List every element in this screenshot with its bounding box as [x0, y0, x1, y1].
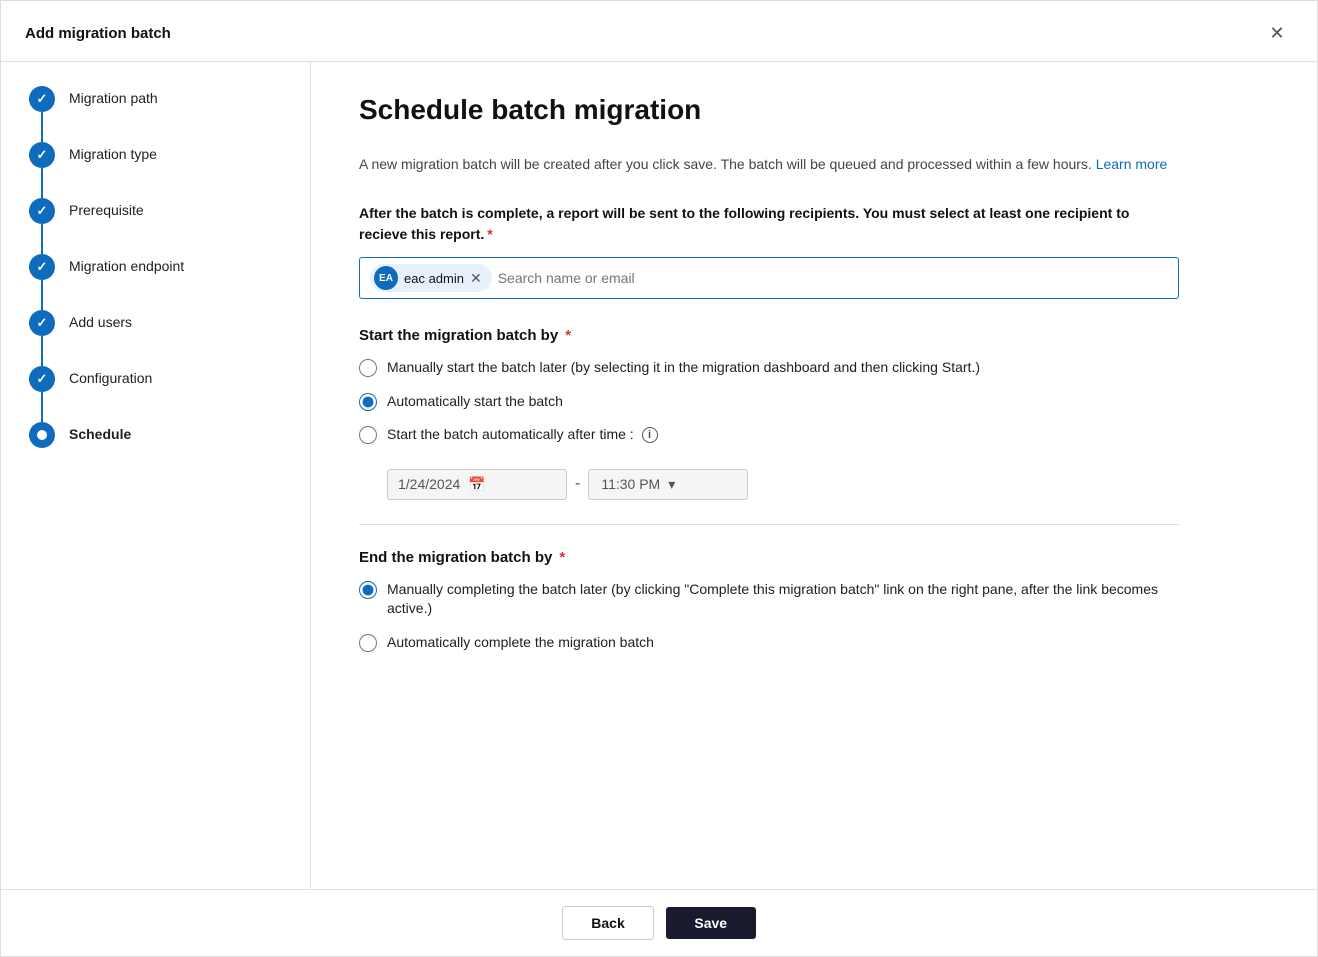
sidebar-item-migration-endpoint[interactable]: ✓ Migration endpoint [29, 254, 310, 310]
end-radio-manually[interactable] [359, 581, 377, 599]
step-circle-migration-endpoint: ✓ [29, 254, 55, 280]
recipient-remove-button[interactable]: ✕ [470, 271, 482, 285]
start-radio-group: Manually start the batch later (by selec… [359, 358, 1179, 500]
dash-separator: - [575, 475, 580, 493]
start-radio-automatically[interactable] [359, 393, 377, 411]
save-button[interactable]: Save [666, 907, 756, 939]
end-section-label: End the migration batch by * [359, 549, 1269, 566]
sidebar-item-schedule[interactable]: Schedule [29, 422, 310, 472]
end-option-manually[interactable]: Manually completing the batch later (by … [359, 580, 1179, 619]
dialog-header: Add migration batch ✕ [1, 1, 1317, 62]
calendar-icon: 📅 [468, 476, 485, 493]
step-circle-migration-type: ✓ [29, 142, 55, 168]
end-radio-group: Manually completing the batch later (by … [359, 580, 1179, 653]
end-label-manually: Manually completing the batch later (by … [387, 580, 1179, 619]
time-select[interactable]: 11:30 PM ▾ [588, 469, 748, 500]
date-value: 1/24/2024 [398, 476, 460, 492]
sidebar-item-prerequisite[interactable]: ✓ Prerequisite [29, 198, 310, 254]
step-circle-prerequisite: ✓ [29, 198, 55, 224]
start-option-manually[interactable]: Manually start the batch later (by selec… [359, 358, 1179, 378]
dialog-title: Add migration batch [25, 25, 171, 42]
sidebar-item-migration-type[interactable]: ✓ Migration type [29, 142, 310, 198]
step-label-add-users: Add users [69, 310, 132, 360]
date-input[interactable]: 1/24/2024 📅 [387, 469, 567, 500]
add-migration-batch-dialog: Add migration batch ✕ ✓ Migration path [0, 0, 1318, 957]
start-label-automatically: Automatically start the batch [387, 392, 563, 412]
sidebar-item-configuration[interactable]: ✓ Configuration [29, 366, 310, 422]
back-button[interactable]: Back [562, 906, 653, 940]
step-circle-configuration: ✓ [29, 366, 55, 392]
recipient-input-wrap[interactable]: EA eac admin ✕ [359, 257, 1179, 299]
recipient-name: eac admin [404, 271, 464, 286]
datetime-row: 1/24/2024 📅 - 11:30 PM ▾ [387, 469, 1007, 500]
start-section-label: Start the migration batch by * [359, 327, 1269, 344]
info-text: A new migration batch will be created af… [359, 154, 1179, 175]
step-label-prerequisite: Prerequisite [69, 198, 144, 248]
recipient-tag: EA eac admin ✕ [370, 264, 492, 292]
main-content: Schedule batch migration A new migration… [311, 62, 1317, 889]
sidebar: ✓ Migration path ✓ Migration type [1, 62, 311, 889]
page-title: Schedule batch migration [359, 94, 1269, 126]
step-label-migration-type: Migration type [69, 142, 157, 192]
start-label-manually: Manually start the batch later (by selec… [387, 358, 980, 378]
close-button[interactable]: ✕ [1261, 17, 1293, 49]
step-circle-migration-path: ✓ [29, 86, 55, 112]
start-label-after-time: Start the batch automatically after time… [387, 425, 658, 445]
chevron-down-icon: ▾ [668, 476, 675, 493]
start-option-after-time[interactable]: Start the batch automatically after time… [359, 425, 1179, 445]
learn-more-link[interactable]: Learn more [1096, 156, 1168, 172]
dialog-footer: Back Save [1, 889, 1317, 956]
recipients-field-label: After the batch is complete, a report wi… [359, 203, 1179, 245]
step-circle-schedule [29, 422, 55, 448]
dialog-body: ✓ Migration path ✓ Migration type [1, 62, 1317, 889]
end-option-auto-complete[interactable]: Automatically complete the migration bat… [359, 633, 1179, 653]
info-icon: i [642, 427, 658, 443]
step-label-migration-path: Migration path [69, 86, 158, 136]
start-radio-after-time[interactable] [359, 426, 377, 444]
end-label-auto-complete: Automatically complete the migration bat… [387, 633, 654, 653]
recipient-avatar: EA [374, 266, 398, 290]
time-value: 11:30 PM [601, 476, 660, 492]
step-label-configuration: Configuration [69, 366, 152, 416]
sidebar-item-add-users[interactable]: ✓ Add users [29, 310, 310, 366]
sidebar-item-migration-path[interactable]: ✓ Migration path [29, 86, 310, 142]
start-option-automatically[interactable]: Automatically start the batch [359, 392, 1179, 412]
step-label-schedule: Schedule [69, 422, 131, 472]
start-radio-manually[interactable] [359, 359, 377, 377]
step-circle-add-users: ✓ [29, 310, 55, 336]
step-label-migration-endpoint: Migration endpoint [69, 254, 184, 304]
end-radio-auto-complete[interactable] [359, 634, 377, 652]
section-divider [359, 524, 1179, 525]
search-input[interactable] [498, 270, 1168, 286]
